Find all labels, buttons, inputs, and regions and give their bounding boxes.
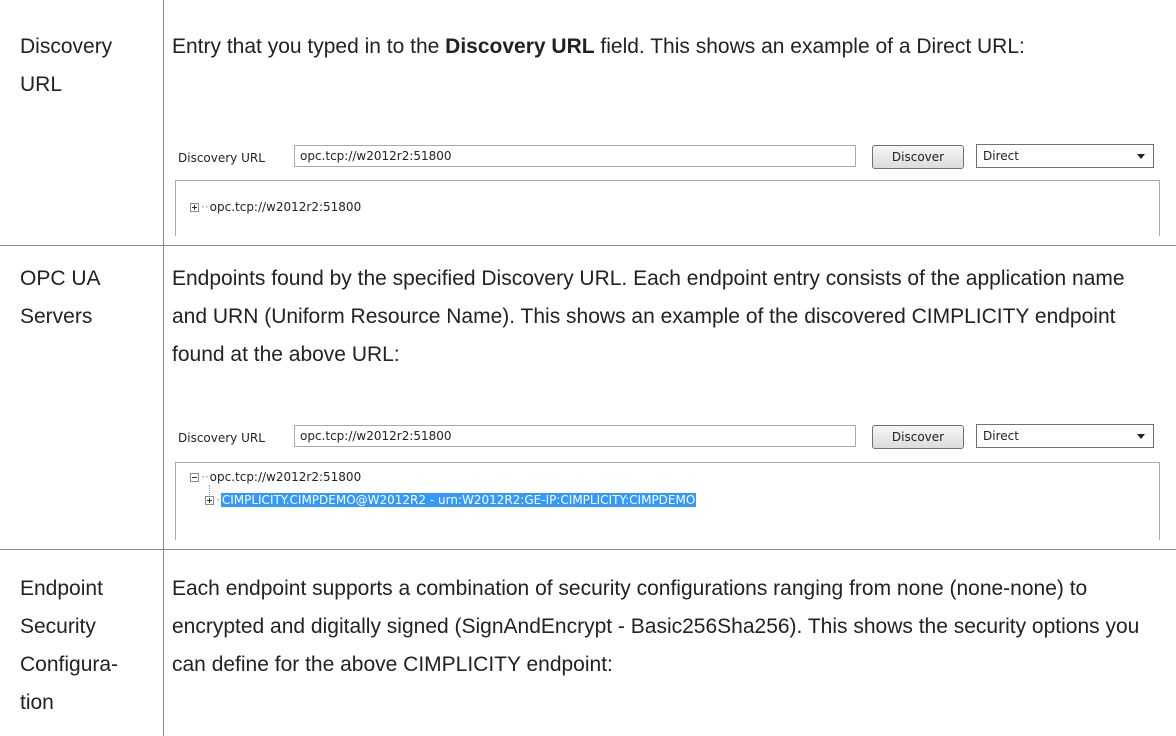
discovery-url-input[interactable]: opc.tcp://w2012r2:51800 xyxy=(294,425,856,447)
description-opc-ua-servers: Endpoints found by the specified Discove… xyxy=(172,267,1125,366)
term-opc-ua-servers: OPC UA Servers xyxy=(20,260,150,336)
term-line: URL xyxy=(20,73,63,96)
column-divider xyxy=(163,0,164,736)
server-tree[interactable]: ··opc.tcp://w2012r2:51800 xyxy=(175,180,1160,236)
dialog-screenshot-direct: Discovery URL opc.tcp://w2012r2:51800 Di… xyxy=(172,140,1162,236)
term-line: Discovery xyxy=(20,35,113,58)
mode-dropdown[interactable]: Direct xyxy=(976,424,1154,448)
tree-connector: · xyxy=(216,493,220,507)
tree-item-label: opc.tcp://w2012r2:51800 xyxy=(209,200,362,214)
term-line: Servers xyxy=(20,305,93,328)
row-divider xyxy=(0,549,1176,550)
chevron-down-icon xyxy=(1137,434,1145,439)
tree-connector: ·· xyxy=(201,200,209,214)
row-divider xyxy=(0,245,1176,246)
mode-dropdown[interactable]: Direct xyxy=(976,144,1154,168)
description-discovery-url: Entry that you typed in to the Discovery… xyxy=(172,28,1162,66)
tree-item-root[interactable]: ··opc.tcp://w2012r2:51800 xyxy=(190,200,361,215)
discovery-url-label: Discovery URL xyxy=(178,431,265,445)
term-line: tion xyxy=(20,691,54,714)
desc-text: field. This shows an example of a Direct… xyxy=(594,35,1025,58)
server-tree[interactable]: ··opc.tcp://w2012r2:51800 · CIMPLICITY.CI… xyxy=(175,462,1160,540)
desc-text: Entry that you typed in to the xyxy=(172,35,446,58)
tree-item-label-selected: CIMPLICITY.CIMPDEMO@W2012R2 - urn:W2012R… xyxy=(220,493,697,507)
discovery-url-input[interactable]: opc.tcp://w2012r2:51800 xyxy=(294,145,856,167)
tree-item-root[interactable]: ··opc.tcp://w2012r2:51800 xyxy=(190,470,361,485)
tree-item-endpoint[interactable]: · CIMPLICITY.CIMPDEMO@W2012R2 - urn:W2012… xyxy=(205,493,697,508)
mode-value: Direct xyxy=(983,429,1019,443)
chevron-down-icon xyxy=(1137,154,1145,159)
discover-button[interactable]: Discover xyxy=(872,145,964,169)
expand-icon[interactable] xyxy=(205,496,214,505)
description-endpoint-security: Each endpoint supports a combination of … xyxy=(172,577,1140,676)
term-line: OPC UA xyxy=(20,267,101,290)
desc-bold-text: Discovery URL xyxy=(445,35,595,58)
collapse-icon[interactable] xyxy=(190,473,199,482)
tree-item-label: opc.tcp://w2012r2:51800 xyxy=(209,470,362,484)
dialog-screenshot-endpoint: Discovery URL opc.tcp://w2012r2:51800 Di… xyxy=(172,420,1162,540)
expand-icon[interactable] xyxy=(190,203,199,212)
tree-connector: ·· xyxy=(201,470,209,484)
term-line: Security xyxy=(20,615,96,638)
discover-button[interactable]: Discover xyxy=(872,425,964,449)
term-line: Endpoint xyxy=(20,577,103,600)
mode-value: Direct xyxy=(983,149,1019,163)
term-endpoint-security-configuration: Endpoint Security Configura- tion xyxy=(20,570,150,722)
term-line: Configura- xyxy=(20,653,119,676)
term-discovery-url: Discovery URL xyxy=(20,28,150,104)
discovery-url-label: Discovery URL xyxy=(178,151,265,165)
